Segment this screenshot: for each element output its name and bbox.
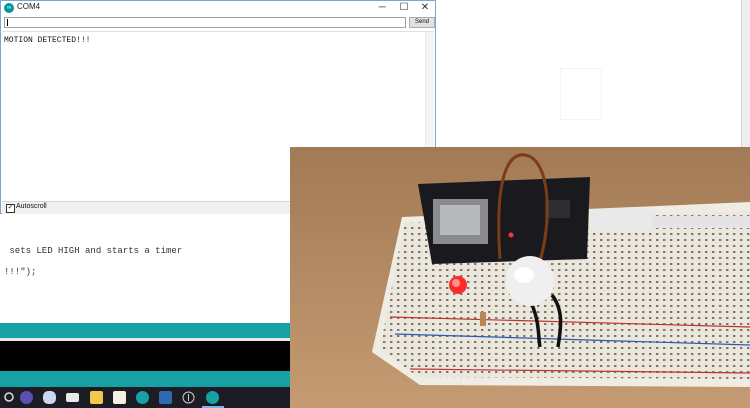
hardware-photo <box>290 147 750 408</box>
title-bar: ∞ COM4 ─ ☐ ✕ <box>1 1 435 15</box>
code-editor[interactable]: sets LED HIGH and starts a timer !!!"); <box>0 215 290 323</box>
usb-cable <box>590 209 655 231</box>
text-caret <box>7 19 8 26</box>
window-title: COM4 <box>17 2 41 11</box>
arduino-active-icon[interactable] <box>206 391 219 404</box>
folder-icon[interactable] <box>90 391 103 404</box>
autoscroll-label: Autoscroll <box>16 203 47 210</box>
code-line: !!!"); <box>4 267 37 277</box>
status-bar <box>0 323 290 338</box>
notes-icon[interactable] <box>159 391 172 404</box>
taskbar <box>0 387 290 408</box>
autoscroll-checkbox[interactable]: ✓ <box>6 204 15 213</box>
close-button[interactable]: ✕ <box>414 1 436 15</box>
board-status-bar <box>0 371 290 387</box>
ide-scrollbar[interactable] <box>741 0 750 150</box>
onboard-led <box>508 232 514 238</box>
arduino-icon[interactable] <box>136 391 149 404</box>
compass-icon[interactable] <box>182 391 195 404</box>
serial-input[interactable] <box>4 17 406 28</box>
send-button[interactable]: Send <box>409 17 435 28</box>
breadboard-photo-svg <box>290 147 750 408</box>
search-icon[interactable] <box>3 391 16 404</box>
mail-icon[interactable] <box>66 393 79 402</box>
ide-panel <box>560 68 602 120</box>
maximize-button[interactable]: ☐ <box>393 1 415 15</box>
output-line: MOTION DETECTED!!! <box>4 36 91 45</box>
console-output <box>0 341 290 371</box>
resistor <box>480 312 486 326</box>
arduino-icon: ∞ <box>4 3 14 13</box>
cloud-icon[interactable] <box>43 391 56 404</box>
minimize-button[interactable]: ─ <box>371 1 393 15</box>
document-icon[interactable] <box>113 391 126 404</box>
browser-icon[interactable] <box>20 391 33 404</box>
code-line: sets LED HIGH and starts a timer <box>4 246 183 256</box>
